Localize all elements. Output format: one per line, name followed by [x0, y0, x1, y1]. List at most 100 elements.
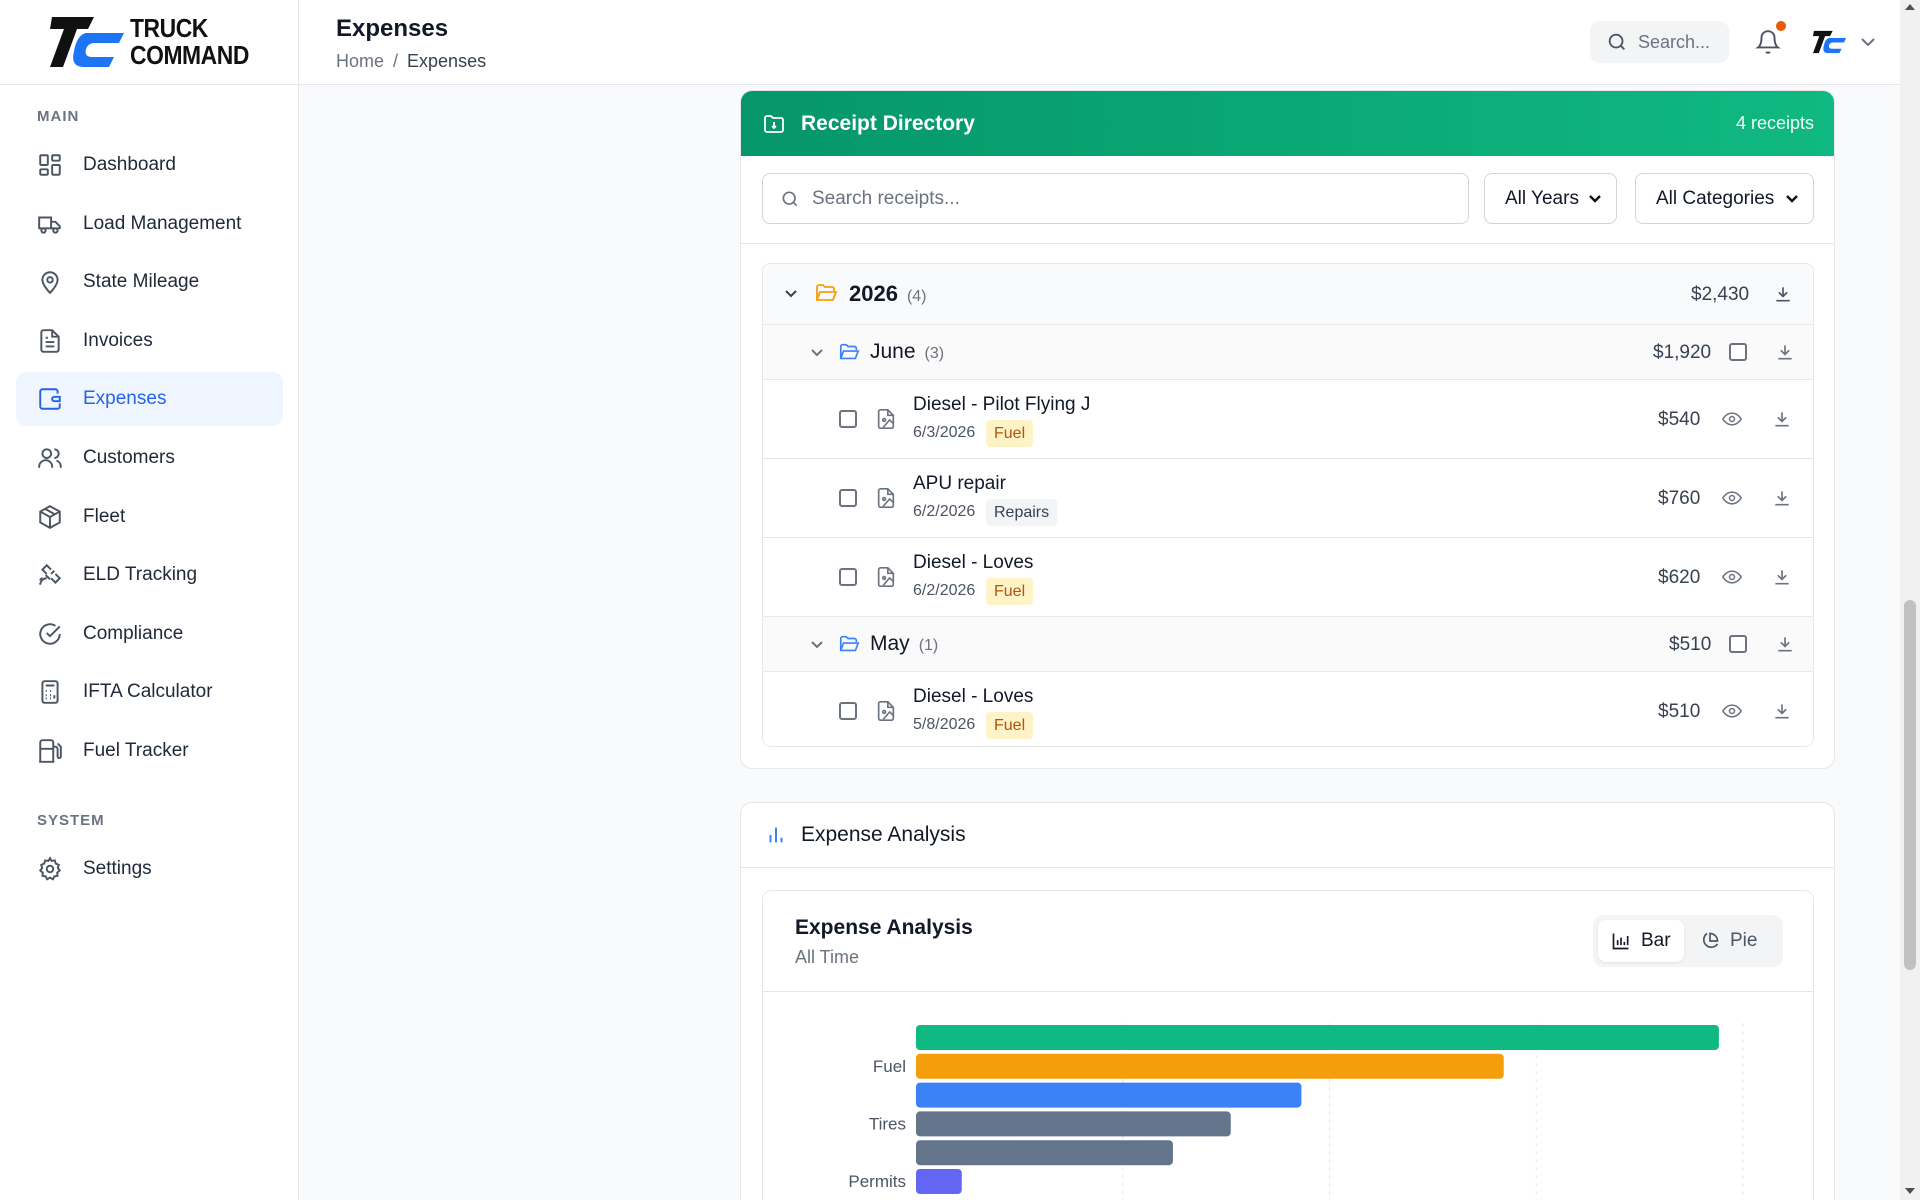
brand-logo[interactable]: TRUCK COMMAND: [0, 0, 298, 85]
month-select-checkbox[interactable]: [1729, 343, 1747, 361]
sidebar-item-label: Invoices: [83, 329, 153, 351]
scroll-thumb[interactable]: [1904, 600, 1916, 970]
category-badge: Repairs: [986, 499, 1058, 526]
chevron-down-icon[interactable]: [809, 345, 825, 361]
expense-bar-chart: Fuel Tires Permits: [848, 1023, 1744, 1200]
expense-analysis-card: Expense Analysis Expense Analysis All Ti…: [740, 802, 1835, 1200]
category-badge: Fuel: [986, 420, 1034, 447]
chart-category-label: Fuel: [873, 1057, 906, 1076]
eye-icon[interactable]: [1721, 701, 1743, 721]
bar-chart-icon: [1612, 933, 1629, 950]
receipt-row[interactable]: Diesel - Loves 6/2/2026 Fuel $620: [763, 538, 1813, 617]
truck-icon: [38, 216, 61, 234]
receipt-name: Diesel - Pilot Flying J: [913, 394, 1091, 415]
download-icon[interactable]: [1772, 488, 1792, 508]
folder-receipt-icon: [764, 114, 784, 133]
chart-type-toggle: Bar Pie: [1593, 915, 1783, 967]
month-total: $1,920: [1653, 342, 1712, 363]
chevron-down-icon[interactable]: [783, 286, 799, 302]
category-badge: Fuel: [986, 712, 1034, 739]
satellite-icon: [39, 564, 62, 586]
sidebar-item-load-management[interactable]: Load Management: [16, 197, 283, 251]
category-filter-select[interactable]: All Categories: [1635, 173, 1814, 224]
sidebar-item-label: State Mileage: [83, 271, 200, 293]
chart-bar[interactable]: [916, 1082, 1302, 1108]
pie-chart-toggle-button[interactable]: Pie: [1687, 920, 1770, 962]
receipt-name: APU repair: [913, 473, 1006, 494]
eye-icon[interactable]: [1721, 409, 1743, 429]
receipt-search-input[interactable]: Search receipts...: [762, 173, 1469, 224]
system-nav: Settings: [0, 842, 299, 896]
sidebar-item-label: ELD Tracking: [83, 564, 198, 586]
brand-name: TRUCK COMMAND: [130, 13, 249, 70]
check-circle-icon: [39, 623, 61, 645]
sidebar-item-settings[interactable]: Settings: [16, 842, 283, 896]
sidebar-item-compliance[interactable]: Compliance: [16, 607, 283, 661]
users-icon: [38, 448, 62, 468]
download-icon[interactable]: [1772, 567, 1792, 587]
receipt-amount: $510: [1658, 701, 1701, 722]
chart-bar[interactable]: [916, 1111, 1231, 1137]
bell-icon[interactable]: [1755, 28, 1781, 56]
receipt-filters: Search receipts... All Years All Categor…: [741, 156, 1834, 244]
category-badge: Fuel: [986, 578, 1034, 605]
breadcrumb-home[interactable]: Home: [336, 51, 384, 72]
sidebar-item-expenses[interactable]: Expenses: [16, 372, 283, 427]
receipt-name: Diesel - Loves: [913, 552, 1034, 573]
chart-bar[interactable]: [916, 1025, 1719, 1050]
bar-chart-toggle-button[interactable]: Bar: [1598, 920, 1684, 962]
file-image-icon: [877, 488, 895, 508]
month-folder-row[interactable]: June (3) $1,920: [763, 325, 1813, 380]
sidebar-item-label: Fuel Tracker: [83, 739, 189, 761]
receipt-select-checkbox[interactable]: [839, 702, 857, 720]
receipt-select-checkbox[interactable]: [839, 568, 857, 586]
download-icon[interactable]: [1772, 409, 1792, 429]
receipt-row[interactable]: Diesel - Loves 5/8/2026 Fuel $510: [763, 672, 1813, 746]
month-folder-label: June (3): [870, 340, 945, 363]
notification-dot: [1776, 21, 1786, 31]
download-icon[interactable]: [1773, 284, 1793, 304]
download-icon[interactable]: [1772, 701, 1792, 721]
folder-open-icon: [839, 343, 860, 360]
month-folder-row[interactable]: May (1) $510: [763, 617, 1813, 672]
pie-chart-icon: [1702, 932, 1719, 949]
main-nav: Dashboard Load Management State Mileage …: [0, 138, 299, 778]
receipt-select-checkbox[interactable]: [839, 410, 857, 428]
folder-open-icon: [839, 635, 860, 652]
scroll-up-arrow[interactable]: [1905, 4, 1915, 10]
sidebar-item-eld-tracking[interactable]: ELD Tracking: [16, 548, 283, 602]
receipt-row[interactable]: Diesel - Pilot Flying J 6/3/2026 Fuel $5…: [763, 380, 1813, 459]
scroll-down-arrow[interactable]: [1905, 1188, 1915, 1194]
year-folder-row[interactable]: 2026 (4) $2,430: [763, 264, 1813, 325]
sidebar-item-dashboard[interactable]: Dashboard: [16, 138, 283, 192]
sidebar-item-invoices[interactable]: Invoices: [16, 314, 283, 368]
download-icon[interactable]: [1775, 342, 1795, 362]
search-icon: [1608, 33, 1625, 50]
sidebar-item-ifta-calculator[interactable]: IFTA Calculator: [16, 665, 283, 719]
month-select-checkbox[interactable]: [1729, 635, 1747, 653]
download-icon[interactable]: [1775, 634, 1795, 654]
chart-bar[interactable]: [916, 1169, 962, 1194]
eye-icon[interactable]: [1721, 488, 1743, 508]
year-folder-label: 2026 (4): [849, 281, 927, 306]
chevron-down-icon[interactable]: [809, 637, 825, 653]
sidebar-item-fleet[interactable]: Fleet: [16, 490, 283, 544]
receipt-row[interactable]: APU repair 6/2/2026 Repairs $760: [763, 459, 1813, 538]
sidebar-item-customers[interactable]: Customers: [16, 431, 283, 485]
sidebar-item-fuel-tracker[interactable]: Fuel Tracker: [16, 724, 283, 778]
avatar[interactable]: [1813, 27, 1847, 57]
eye-icon[interactable]: [1721, 567, 1743, 587]
receipt-directory-header: Receipt Directory 4 receipts: [741, 91, 1834, 156]
global-search-input[interactable]: Search...: [1590, 21, 1729, 63]
page-scrollbar[interactable]: [1900, 0, 1920, 1200]
sidebar-item-label: Load Management: [83, 212, 242, 234]
chart-bar[interactable]: [916, 1140, 1173, 1166]
sidebar-item-state-mileage[interactable]: State Mileage: [16, 255, 283, 309]
receipt-count: 4 receipts: [1735, 113, 1814, 133]
chevron-down-icon[interactable]: [1860, 36, 1876, 48]
sidebar: TRUCK COMMAND MAIN Dashboard Load Manage…: [0, 0, 299, 1200]
chart-bar[interactable]: [916, 1053, 1504, 1079]
receipt-tree: 2026 (4) $2,430 June (3) $1,920 Diesel - P…: [762, 263, 1814, 747]
receipt-select-checkbox[interactable]: [839, 489, 857, 507]
year-filter-select[interactable]: All Years: [1484, 173, 1617, 224]
